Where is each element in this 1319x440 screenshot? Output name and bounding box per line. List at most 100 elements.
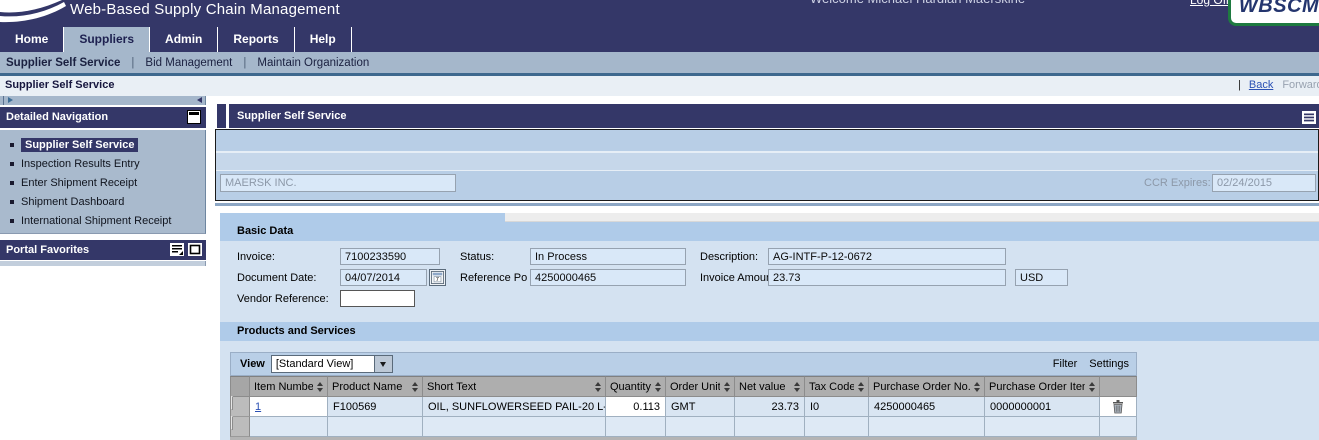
history-separator: | — [1238, 79, 1241, 91]
vendor-reference-label: Vendor Reference: — [237, 293, 329, 305]
select-all-cell[interactable] — [230, 376, 250, 397]
basic-data-section-header: Basic Data — [220, 222, 1319, 241]
iview-accent-block — [217, 104, 226, 128]
filter-link[interactable]: Filter — [1053, 358, 1077, 370]
view-label: View — [240, 358, 265, 370]
ccr-expires-field[interactable]: 02/24/2015 — [1212, 174, 1316, 192]
welcome-text: Welcome Michael Hardian Maerskine — [810, 0, 1025, 6]
col-short-text[interactable]: Short Text — [423, 376, 606, 397]
sidebar-scroll-strip[interactable] — [0, 96, 206, 105]
currency-field[interactable]: USD — [1015, 269, 1068, 286]
portal-favorites-header: Portal Favorites — [0, 240, 206, 260]
basic-data-title: Basic Data — [237, 225, 293, 237]
sidebar-item-shipment-dashboard[interactable]: Shipment Dashboard — [0, 192, 205, 211]
purchase-order-no-cell: 4250000465 — [869, 397, 985, 417]
invoice-field[interactable]: 7100233590 — [340, 248, 440, 265]
subnav-separator: | — [243, 57, 246, 69]
collapse-left-icon[interactable] — [197, 97, 202, 103]
toolbar-row-1 — [216, 130, 1318, 153]
sort-icon[interactable] — [974, 382, 980, 392]
sort-icon[interactable] — [655, 382, 661, 392]
toolbar-row-3: MAERSK INC. CCR Expires: 02/24/2015 — [216, 171, 1318, 197]
invoice-amount-field[interactable]: 23.73 — [768, 269, 1006, 286]
invoice-label: Invoice: — [237, 251, 275, 263]
usda-swoosh-logo-icon — [0, 0, 66, 27]
products-table: Item Number Product Name Short Text Quan… — [230, 376, 1137, 437]
col-tax-code[interactable]: Tax Code — [805, 376, 869, 397]
portal-favorites-body — [0, 261, 206, 266]
detailed-navigation-list: Supplier Self Service Inspection Results… — [0, 130, 206, 234]
log-off-link[interactable]: Log Off — [1190, 0, 1229, 7]
iview-header: Supplier Self Service — [229, 104, 1319, 128]
actions-cell — [1100, 397, 1137, 417]
header-toolbar-panel: MAERSK INC. CCR Expires: 02/24/2015 — [215, 129, 1319, 201]
vendor-reference-field[interactable] — [340, 290, 415, 307]
col-product-name[interactable]: Product Name — [328, 376, 423, 397]
table-empty-row — [230, 417, 1137, 437]
description-field[interactable]: AG-INTF-P-12-0672 — [768, 248, 1006, 265]
purchase-order-item-cell: 0000000001 — [985, 397, 1100, 417]
tab-reports[interactable]: Reports — [218, 27, 294, 52]
iview-title: Supplier Self Service — [237, 110, 346, 122]
bullet-icon — [10, 162, 14, 166]
document-date-label: Document Date: — [237, 272, 316, 284]
sort-icon[interactable] — [794, 382, 800, 392]
table-row: 1 F100569 OIL, SUNFLOWERSEED PAIL-20 L-F… — [230, 397, 1137, 417]
delete-row-button[interactable] — [1105, 397, 1131, 416]
sort-icon[interactable] — [858, 382, 864, 392]
item-number-link[interactable]: 1 — [255, 401, 261, 413]
wbscm-brand-badge: WBSCM — [1228, 0, 1319, 26]
col-purchase-order-item[interactable]: Purchase Order Item — [985, 376, 1100, 397]
panel-menu-icon[interactable] — [170, 243, 184, 263]
product-name-cell: F100569 — [328, 397, 423, 417]
svg-text:7: 7 — [436, 277, 439, 283]
tab-admin[interactable]: Admin — [150, 27, 218, 52]
description-label: Description: — [700, 251, 758, 263]
products-section-header: Products and Services — [220, 322, 1319, 341]
top-banner: Web-Based Supply Chain Management Welcom… — [0, 0, 1319, 27]
col-net-value[interactable]: Net value — [735, 376, 805, 397]
organization-field[interactable]: MAERSK INC. — [220, 174, 456, 192]
settings-link[interactable]: Settings — [1089, 358, 1129, 370]
back-link[interactable]: Back — [1249, 79, 1273, 91]
col-item-number[interactable]: Item Number — [250, 376, 328, 397]
row-select-cell[interactable] — [230, 397, 250, 417]
col-purchase-order-no[interactable]: Purchase Order No. — [869, 376, 985, 397]
expand-right-icon[interactable] — [8, 97, 13, 103]
document-date-field[interactable]: 04/07/2014 — [340, 269, 427, 286]
main-nav: Home Suppliers Admin Reports Help — [0, 27, 1319, 52]
subnav-maintain-organization[interactable]: Maintain Organization — [257, 57, 369, 69]
sidebar-item-inspection-results-entry[interactable]: Inspection Results Entry — [0, 154, 205, 173]
subnav-bid-management[interactable]: Bid Management — [145, 57, 232, 69]
row-select-cell[interactable] — [230, 417, 250, 437]
minimize-panel-icon[interactable] — [187, 110, 201, 124]
sort-icon[interactable] — [412, 382, 418, 392]
date-picker-calendar-icon[interactable]: 7 — [429, 269, 446, 286]
tab-home[interactable]: Home — [0, 27, 64, 52]
status-field[interactable]: In Process — [530, 248, 686, 265]
bullet-icon — [10, 200, 14, 204]
sidebar-item-supplier-self-service[interactable]: Supplier Self Service — [0, 135, 205, 154]
net-value-cell: 23.73 — [735, 397, 805, 417]
quantity-cell[interactable]: 0.113 — [606, 397, 666, 417]
tax-code-cell: I0 — [805, 397, 869, 417]
view-dropdown-arrow-icon[interactable] — [375, 355, 393, 373]
reference-po-field[interactable]: 4250000465 — [530, 269, 686, 286]
tab-suppliers[interactable]: Suppliers — [64, 27, 150, 52]
tab-help[interactable]: Help — [295, 27, 352, 52]
sub-nav: Supplier Self Service | Bid Management |… — [0, 52, 1319, 76]
sort-icon[interactable] — [317, 382, 323, 392]
maximize-panel-icon[interactable] — [188, 243, 202, 263]
sidebar-item-enter-shipment-receipt[interactable]: Enter Shipment Receipt — [0, 173, 205, 192]
forward-link-disabled: Forward — [1282, 79, 1319, 91]
view-dropdown[interactable]: [Standard View] — [271, 355, 375, 373]
sort-icon[interactable] — [595, 382, 601, 392]
col-order-unit[interactable]: Order Unit — [666, 376, 735, 397]
col-quantity[interactable]: Quantity — [606, 376, 666, 397]
sort-icon[interactable] — [724, 382, 730, 392]
sidebar-item-international-shipment-receipt[interactable]: International Shipment Receipt — [0, 211, 205, 230]
wbscm-portal-page: Web-Based Supply Chain Management Welcom… — [0, 0, 1319, 440]
subnav-supplier-self-service[interactable]: Supplier Self Service — [6, 57, 120, 69]
app-title: Web-Based Supply Chain Management — [70, 1, 340, 18]
sort-icon[interactable] — [1089, 382, 1095, 392]
